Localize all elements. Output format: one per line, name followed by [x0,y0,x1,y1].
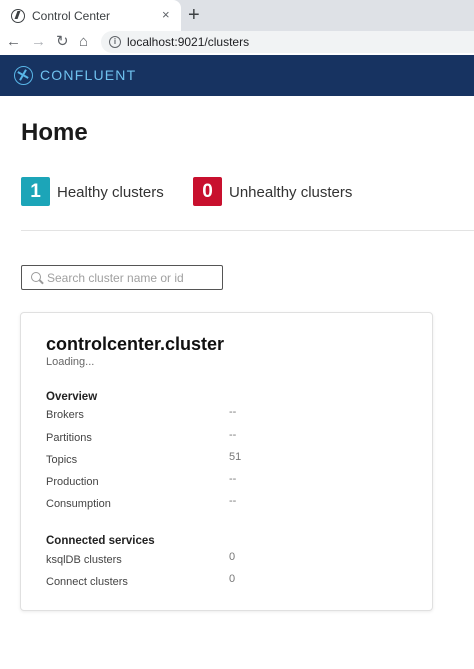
browser-toolbar: ← → ↻ ⌂ i localhost:9021/clusters [0,31,474,55]
cluster-status: Loading... [46,356,95,368]
partitions-label: Partitions [46,432,92,444]
home-icon[interactable]: ⌂ [79,33,88,51]
browser-tab-strip: Control Center × + [0,0,474,31]
ksqldb-clusters-label: ksqlDB clusters [46,554,122,566]
production-value: -- [229,473,237,485]
brokers-label: Brokers [46,409,84,421]
cluster-name[interactable]: controlcenter.cluster [46,334,224,355]
ksqldb-clusters-value: 0 [229,551,236,563]
brand-logo-text[interactable]: CONFLUENT [40,67,136,83]
confluent-logo-icon[interactable] [14,66,33,85]
search-icon [31,272,41,282]
reload-icon[interactable]: ↻ [56,33,69,51]
page-title: Home [21,119,88,146]
forward-arrow-icon[interactable]: → [31,33,46,51]
production-label: Production [46,476,99,488]
brokers-value: -- [229,406,237,418]
unhealthy-count-badge: 0 [193,177,222,206]
site-info-icon[interactable]: i [109,36,121,48]
url-text[interactable]: localhost:9021/clusters [127,35,249,49]
consumption-label: Consumption [46,498,111,510]
connected-services-title: Connected services [46,535,155,547]
browser-tab-control-center[interactable]: Control Center × [0,0,181,31]
confluent-favicon-icon [11,9,25,23]
tab-title: Control Center [32,9,111,23]
consumption-value: -- [229,495,237,507]
new-tab-plus-icon[interactable]: + [188,4,200,26]
overview-title: Overview [46,391,98,403]
address-bar[interactable]: i localhost:9021/clusters [101,31,474,53]
topics-value: 51 [229,451,242,463]
connect-clusters-value: 0 [229,573,236,585]
topics-label: Topics [46,454,78,466]
cluster-search-box[interactable] [21,265,223,290]
partitions-value: -- [229,429,237,441]
back-arrow-icon[interactable]: ← [6,33,21,51]
healthy-clusters-label: Healthy clusters [57,184,164,201]
section-divider [21,230,474,231]
connect-clusters-label: Connect clusters [46,576,128,588]
cluster-card[interactable]: controlcenter.cluster Loading... Overvie… [20,312,433,611]
search-input[interactable] [47,270,217,286]
unhealthy-clusters-label: Unhealthy clusters [229,184,353,201]
healthy-count-badge: 1 [21,177,50,206]
close-tab-icon[interactable]: × [162,7,170,23]
